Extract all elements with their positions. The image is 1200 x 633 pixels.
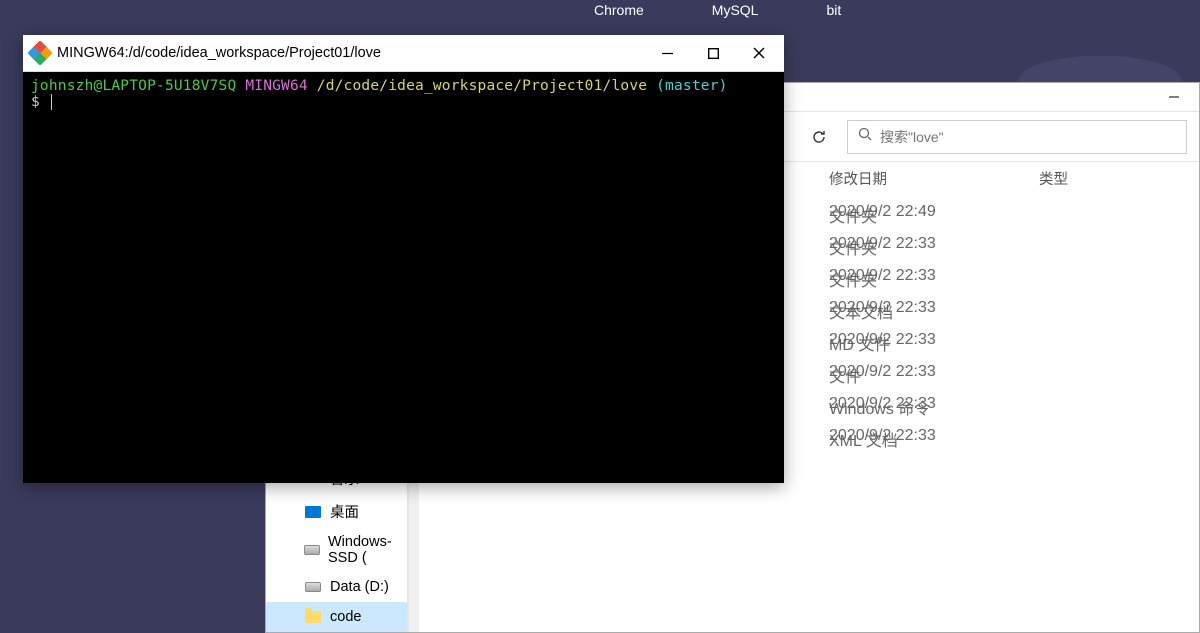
file-type: 文件夹 bbox=[829, 203, 1009, 227]
file-type: 文本文档 bbox=[829, 299, 1009, 323]
file-type: 文件夹 bbox=[829, 267, 1009, 291]
desktop-icons-row: Chrome MySQL bit bbox=[590, 0, 845, 20]
explorer-minimize-button[interactable] bbox=[1151, 83, 1197, 111]
explorer-search-box[interactable] bbox=[847, 120, 1187, 154]
terminal-cursor bbox=[51, 94, 52, 110]
prompt-env: MINGW64 bbox=[245, 78, 308, 94]
sidebar-item-label: 桌面 bbox=[330, 501, 359, 522]
desktop-icon bbox=[304, 503, 322, 521]
git-bash-window: MINGW64:/d/code/idea_workspace/Project01… bbox=[23, 35, 784, 483]
file-type: MD 文件 bbox=[829, 331, 1009, 355]
terminal-body[interactable]: johnszh@LAPTOP-5U18V7SQ MINGW64 /d/code/… bbox=[23, 72, 784, 483]
search-icon bbox=[858, 127, 872, 146]
desktop-icon-chrome[interactable]: Chrome bbox=[590, 0, 648, 20]
git-bash-icon bbox=[27, 40, 52, 65]
terminal-title: MINGW64:/d/code/idea_workspace/Project01… bbox=[57, 45, 644, 61]
sidebar-item-disk-d[interactable]: Data (D:) bbox=[266, 572, 407, 602]
prompt-branch: (master) bbox=[656, 78, 727, 94]
terminal-scrollbar[interactable] bbox=[766, 72, 784, 483]
sidebar-item-desktop[interactable]: 桌面 bbox=[266, 495, 407, 528]
desktop-icon-bit[interactable]: bit bbox=[822, 0, 845, 20]
terminal-maximize-button[interactable] bbox=[690, 37, 736, 69]
refresh-icon[interactable] bbox=[803, 121, 835, 153]
watermark: https://blog.csdn.net/johnszh bbox=[1053, 617, 1192, 629]
search-input[interactable] bbox=[880, 129, 1176, 145]
desktop-icon-mysql[interactable]: MySQL bbox=[708, 0, 763, 20]
sidebar-item-label: code bbox=[330, 609, 361, 625]
sidebar-item-disk-c[interactable]: Windows-SSD ( bbox=[266, 528, 407, 572]
terminal-minimize-button[interactable] bbox=[644, 37, 690, 69]
file-type: XML 文档 bbox=[829, 427, 1009, 451]
sidebar-item-label: Windows-SSD ( bbox=[328, 534, 399, 566]
prompt-symbol: $ bbox=[31, 94, 40, 110]
disk-icon bbox=[304, 541, 320, 559]
prompt-user: johnszh@LAPTOP-5U18V7SQ bbox=[31, 78, 236, 94]
terminal-close-button[interactable] bbox=[736, 37, 782, 69]
file-type: 文件夹 bbox=[829, 235, 1009, 259]
file-type: Windows 命令 bbox=[829, 395, 1009, 419]
disk-icon bbox=[304, 578, 322, 596]
terminal-titlebar[interactable]: MINGW64:/d/code/idea_workspace/Project01… bbox=[23, 35, 784, 72]
prompt-path: /d/code/idea_workspace/Project01/love bbox=[317, 78, 647, 94]
column-header-type[interactable]: 类型 bbox=[1039, 168, 1199, 189]
file-type: 文件 bbox=[829, 363, 1009, 387]
sidebar-item-code[interactable]: code bbox=[266, 602, 407, 632]
sidebar-item-label: Data (D:) bbox=[330, 579, 389, 595]
column-header-date[interactable]: 修改日期 bbox=[829, 168, 1039, 189]
folder-icon bbox=[304, 608, 322, 626]
